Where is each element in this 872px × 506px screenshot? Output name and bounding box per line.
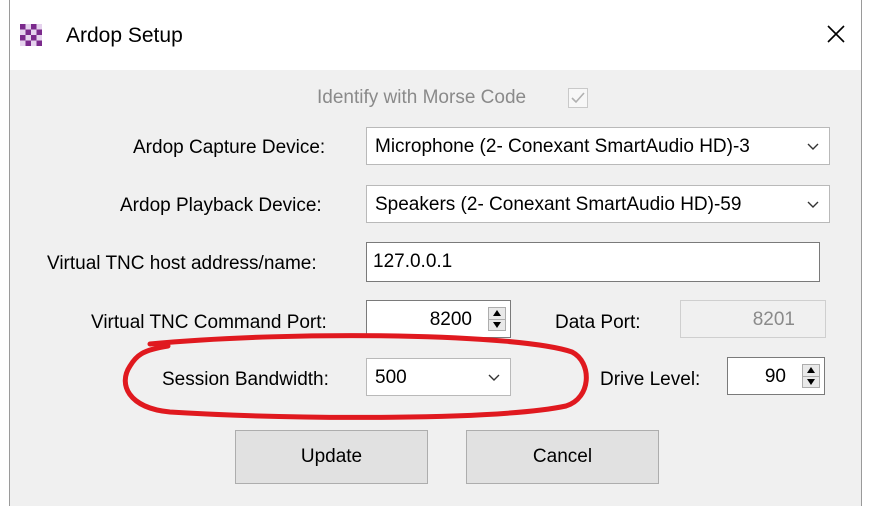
playback-device-select[interactable]: Speakers (2- Conexant SmartAudio HD)-59 bbox=[366, 185, 830, 223]
title-bar[interactable]: Ardop Setup bbox=[10, 0, 861, 70]
arrow-down-icon bbox=[807, 379, 815, 385]
arrow-down-icon bbox=[493, 322, 501, 328]
host-address-value: 127.0.0.1 bbox=[373, 251, 453, 272]
data-port-field: 8201 bbox=[680, 300, 826, 338]
morse-code-label: Identify with Morse Code bbox=[317, 87, 527, 108]
command-port-label: Virtual TNC Command Port: bbox=[91, 312, 327, 333]
capture-device-label: Ardop Capture Device: bbox=[133, 137, 326, 158]
checkmark-icon bbox=[571, 92, 585, 104]
playback-device-label: Ardop Playback Device: bbox=[120, 195, 322, 216]
command-port-value: 8200 bbox=[429, 309, 472, 330]
drive-level-value: 90 bbox=[764, 366, 786, 387]
drive-level-stepper-buttons[interactable] bbox=[802, 364, 820, 388]
command-port-spinner[interactable]: 8200 bbox=[366, 300, 511, 338]
session-bandwidth-label: Session Bandwidth: bbox=[162, 369, 329, 390]
host-address-label: Virtual TNC host address/name: bbox=[47, 253, 317, 274]
data-port-value: 8201 bbox=[752, 309, 795, 330]
arrow-up-icon bbox=[493, 310, 501, 316]
capture-device-select[interactable]: Microphone (2- Conexant SmartAudio HD)-3 bbox=[366, 127, 830, 165]
morse-code-checkbox[interactable] bbox=[568, 88, 588, 108]
window-title: Ardop Setup bbox=[66, 24, 183, 47]
cancel-button-label: Cancel bbox=[532, 446, 593, 467]
drive-level-label: Drive Level: bbox=[600, 369, 701, 390]
close-button[interactable] bbox=[811, 10, 861, 58]
capture-device-value: Microphone (2- Conexant SmartAudio HD)-3 bbox=[375, 136, 750, 157]
update-button[interactable]: Update bbox=[235, 430, 428, 484]
chevron-down-icon bbox=[488, 374, 500, 381]
close-icon bbox=[827, 25, 845, 43]
host-address-input[interactable]: 127.0.0.1 bbox=[366, 242, 820, 282]
playback-device-value: Speakers (2- Conexant SmartAudio HD)-59 bbox=[375, 194, 742, 215]
chevron-down-icon bbox=[807, 143, 819, 150]
cancel-button[interactable]: Cancel bbox=[466, 430, 659, 484]
drive-level-spinner[interactable]: 90 bbox=[727, 357, 825, 395]
data-port-label: Data Port: bbox=[555, 312, 641, 333]
setup-dialog: Ardop Setup Identify with Morse Code Ard… bbox=[9, 0, 862, 506]
chevron-down-icon bbox=[807, 201, 819, 208]
command-port-stepper-buttons[interactable] bbox=[488, 307, 506, 331]
update-button-label: Update bbox=[300, 446, 363, 467]
session-bandwidth-select[interactable]: 500 bbox=[366, 358, 511, 396]
checkered-app-icon bbox=[20, 24, 42, 46]
session-bandwidth-value: 500 bbox=[375, 367, 407, 388]
arrow-up-icon bbox=[807, 367, 815, 373]
